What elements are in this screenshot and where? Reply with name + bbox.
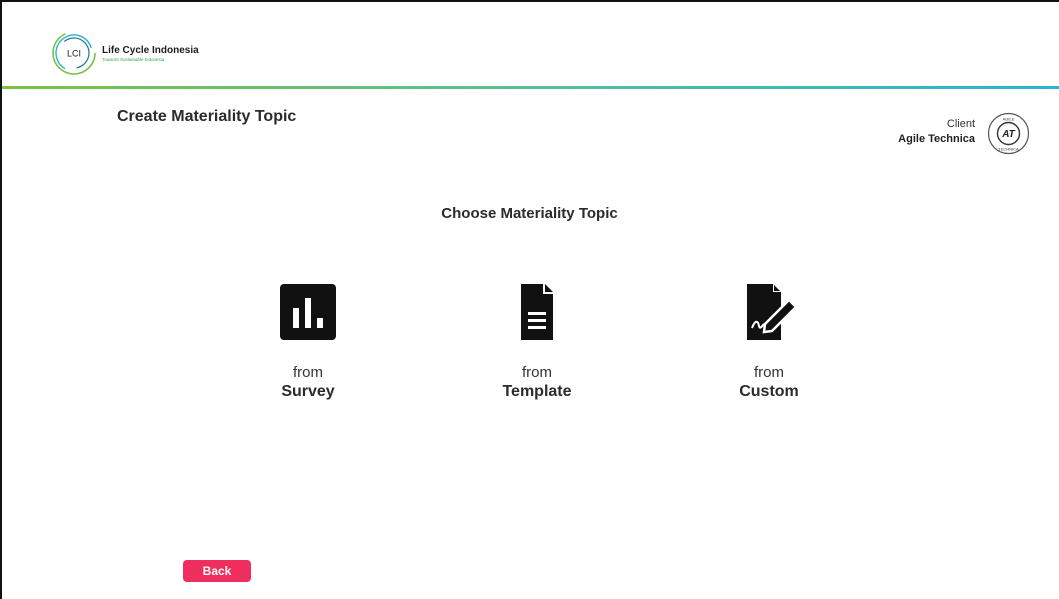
logo-abbr: LCI <box>67 49 81 59</box>
bar-chart-icon <box>278 282 338 342</box>
header-divider <box>2 86 1059 89</box>
back-button[interactable]: Back <box>183 560 251 582</box>
brand-tagline: Towards Sustainable Indonesia <box>102 56 165 62</box>
option-kind-label: Custom <box>739 383 799 400</box>
page-title: Create Materiality Topic <box>117 108 297 125</box>
client-logo-ring-bottom: TECHNICA <box>998 147 1019 152</box>
chooser-title: Choose Materiality Topic <box>441 205 618 222</box>
lci-logo-icon: LCI <box>50 29 98 77</box>
client-label: Client <box>946 118 975 130</box>
option-from-custom[interactable]: from Custom <box>709 282 829 401</box>
option-from-survey[interactable]: from Survey <box>248 282 368 401</box>
document-icon <box>507 282 567 342</box>
brand-name: Life Cycle Indonesia <box>102 44 199 56</box>
client-logo-text: AT <box>1001 129 1015 140</box>
client-name: Agile Technica <box>898 133 975 145</box>
client-logo-ring-top: AGILE <box>1003 117 1015 122</box>
brand-logo[interactable]: LCI Life Cycle Indonesia Towards Sustain… <box>50 29 199 77</box>
signature-edit-icon <box>739 282 799 342</box>
option-kind-label: Template <box>502 383 572 400</box>
app-header: LCI Life Cycle Indonesia Towards Sustain… <box>2 2 1059 87</box>
option-from-label: from <box>754 364 784 381</box>
option-from-label: from <box>522 364 552 381</box>
option-from-label: from <box>293 364 323 381</box>
client-logo-icon: AT AGILE TECHNICA <box>987 112 1030 155</box>
option-kind-label: Survey <box>281 383 335 400</box>
client-info: Client Agile Technica <box>898 118 975 145</box>
option-from-template[interactable]: from Template <box>477 282 597 401</box>
